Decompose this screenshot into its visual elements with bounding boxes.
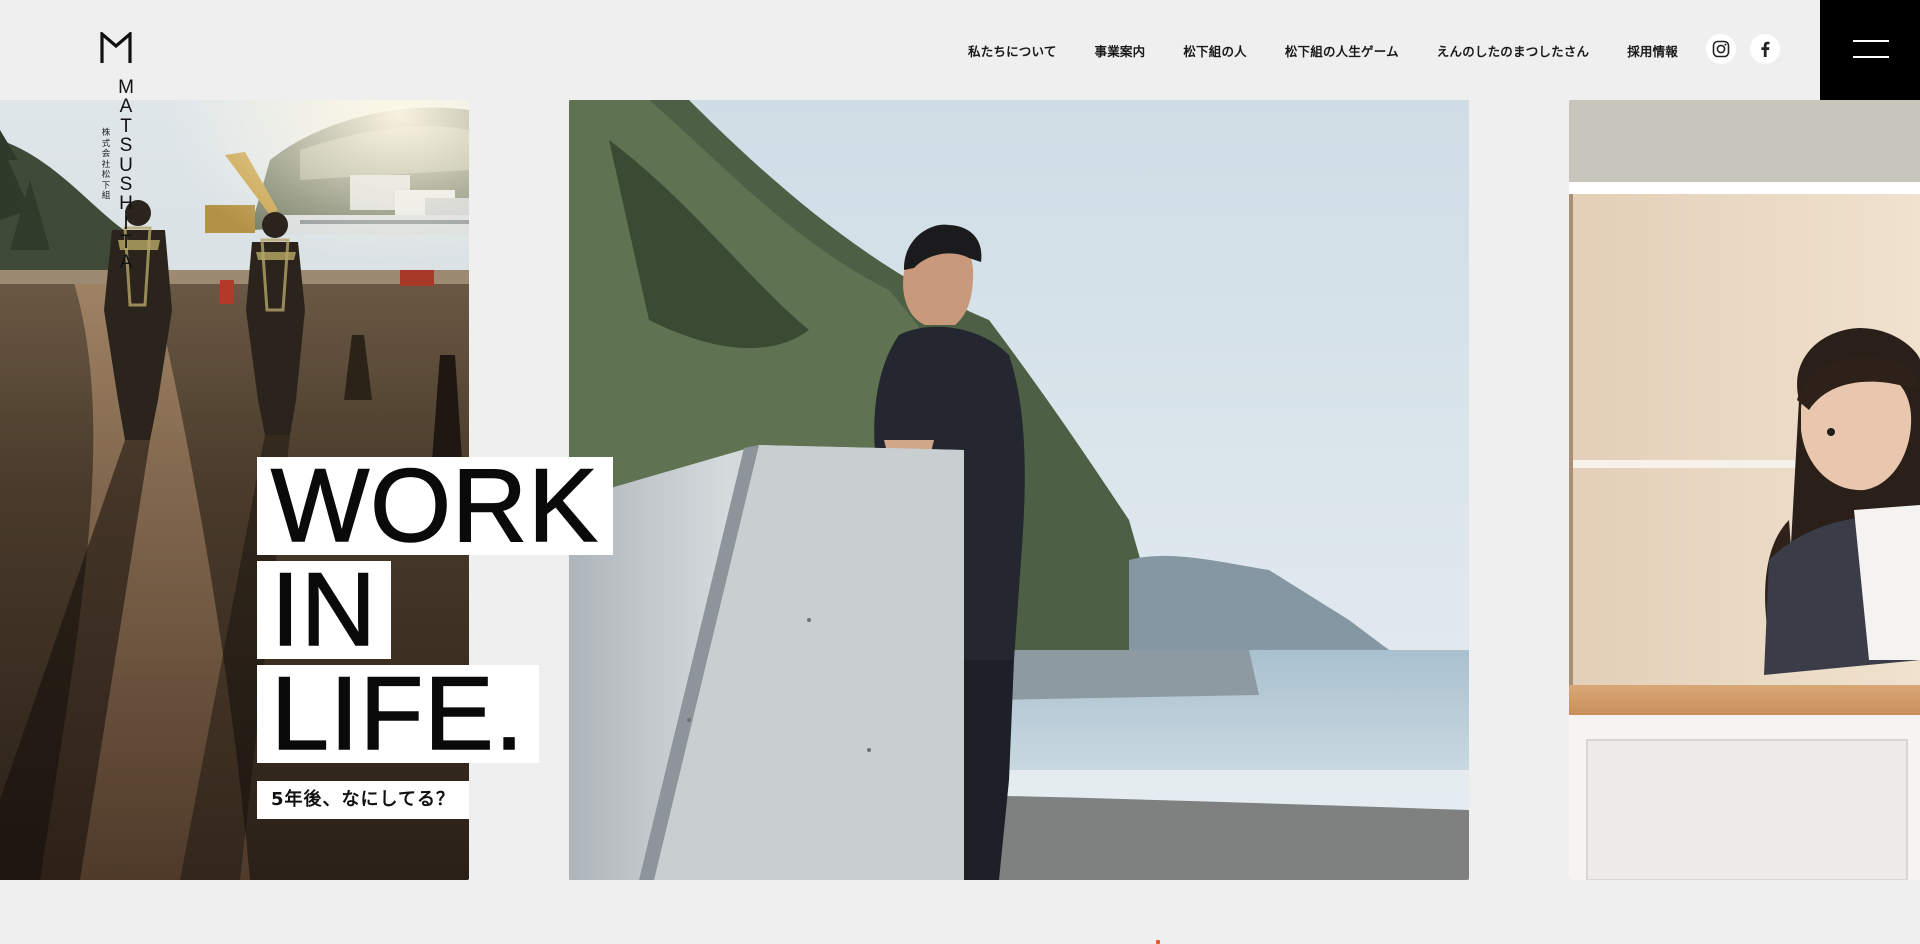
m-monogram-icon [100, 32, 132, 63]
nav-item-ennoshita[interactable]: えんのしたのまつしたさん [1437, 41, 1589, 60]
hamburger-menu-button[interactable] [1820, 0, 1920, 100]
hamburger-menu-icon [1853, 40, 1889, 42]
scroll-indicator [1156, 940, 1160, 944]
page: 株 式 会 社 松 下 組 M A T S U S H I T A 私たちについ… [0, 0, 1920, 944]
nav-item-recruit[interactable]: 採用情報 [1627, 41, 1678, 60]
man-by-sea-photo [569, 100, 1469, 880]
logo-wordmark: M A T S U S H I T A [118, 77, 134, 273]
logo-company-name-jp: 株 式 会 社 松 下 組 [101, 128, 111, 201]
instagram-link[interactable] [1706, 34, 1736, 64]
hero-headline-work: WORK [257, 453, 613, 559]
hero-copy: WORK IN LIFE. 5年後、なにしてる？ [257, 453, 613, 819]
hero-headline-in: IN [257, 557, 391, 663]
slide-smiling-woman [1569, 100, 1920, 880]
slide-man-by-sea [569, 100, 1469, 880]
instagram-icon [1712, 40, 1730, 58]
nav-item-people[interactable]: 松下組の人 [1183, 41, 1247, 60]
nav-item-life-game[interactable]: 松下組の人生ゲーム [1285, 41, 1399, 60]
site-logo[interactable]: 株 式 会 社 松 下 組 M A T S U S H I T A [98, 32, 138, 272]
hero-headline-life: LIFE. [257, 661, 539, 767]
hamburger-menu-icon-bar [1853, 56, 1889, 58]
hero-subcopy: 5年後、なにしてる？ [257, 781, 469, 819]
facebook-link[interactable] [1750, 34, 1780, 64]
smiling-woman-photo [1569, 100, 1920, 880]
nav-item-about[interactable]: 私たちについて [968, 41, 1057, 60]
global-nav: 私たちについて 事業案内 松下組の人 松下組の人生ゲーム えんのしたのまつしたさ… [968, 38, 1678, 62]
nav-item-business[interactable]: 事業案内 [1095, 41, 1146, 60]
facebook-icon [1761, 41, 1770, 57]
